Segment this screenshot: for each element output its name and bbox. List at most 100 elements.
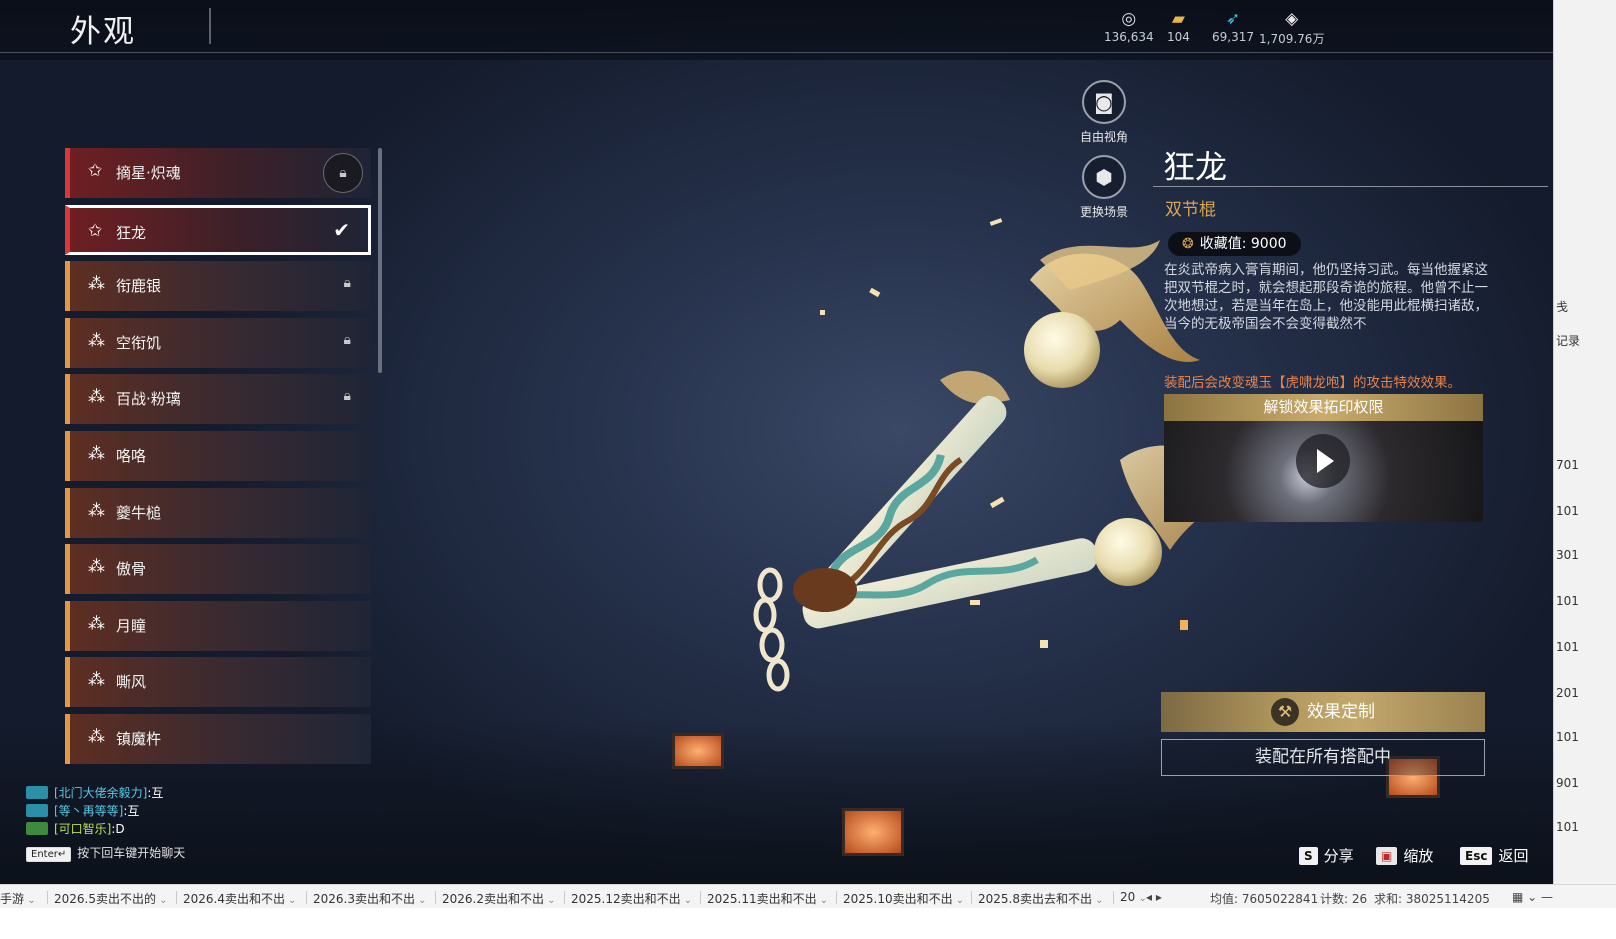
lantern-prop bbox=[842, 808, 904, 856]
channel-icon bbox=[26, 804, 48, 817]
zoom-button[interactable]: ▣ 缩放 bbox=[1376, 845, 1433, 867]
skin-name: 镇魔杵 bbox=[116, 730, 162, 748]
tab-scroll-arrows[interactable]: ◂ ▸ bbox=[1146, 890, 1162, 904]
cell-fragment: 戋 bbox=[1556, 300, 1569, 314]
view-controls[interactable]: ▦ ⌄ — bbox=[1512, 890, 1553, 904]
tab-separator bbox=[836, 891, 837, 904]
skin-item[interactable]: ⁂ 空衔饥 🔒︎ bbox=[65, 317, 371, 368]
cell-fragment: 201 bbox=[1556, 686, 1579, 700]
skin-name: 摘星·炽魂 bbox=[116, 164, 181, 182]
skin-name: 狂龙 bbox=[116, 223, 147, 242]
chat-sender[interactable]: [北门大佬余毅力] bbox=[54, 786, 147, 800]
customize-label: 效果定制 bbox=[1307, 702, 1375, 722]
currency-value: 136,634 bbox=[1104, 30, 1154, 44]
skin-item[interactable]: ✩ 摘星·炽魂 🔒︎ bbox=[65, 148, 371, 198]
item-type: 双节棍 bbox=[1165, 200, 1216, 220]
skin-item[interactable]: ⁂ 百战·粉璃 🔒︎ bbox=[65, 374, 371, 425]
sheet-tab[interactable]: 2026.4卖出和不出 bbox=[183, 890, 297, 907]
check-icon: ✔ bbox=[333, 217, 350, 242]
skin-item[interactable]: ⁂ 嘶风 bbox=[65, 657, 371, 708]
skin-item[interactable]: ⁂ 镇魔杵 bbox=[65, 714, 371, 764]
item-name: 狂龙 bbox=[1163, 148, 1228, 186]
sheet-tab-bar: 手游 2026.5卖出不出的 2026.4卖出和不出 2026.3卖出和不出 2026.… bbox=[0, 884, 1616, 908]
tab-separator bbox=[306, 891, 307, 904]
chat-line: [北门大佬余毅力]:互 bbox=[26, 784, 185, 802]
change-scene-button[interactable]: ⬢ 更换场景 bbox=[1074, 155, 1134, 220]
cell-fragment: 101 bbox=[1556, 730, 1579, 744]
currency-value: 69,317 bbox=[1212, 30, 1254, 44]
stat-count: 计数: 26 bbox=[1320, 892, 1368, 906]
cross-icon: ⁂ bbox=[88, 444, 105, 464]
skin-name: 百战·粉璃 bbox=[116, 390, 181, 409]
sheet-tab[interactable]: 2025.11卖出和不出 bbox=[707, 890, 828, 907]
free-view-button[interactable]: ◙ 自由视角 bbox=[1074, 80, 1134, 145]
sheet-tab[interactable]: 2026.5卖出不出的 bbox=[54, 890, 168, 907]
skin-item[interactable]: ⁂ 月瞳 bbox=[65, 600, 371, 651]
channel-icon bbox=[26, 786, 48, 799]
enter-key: Enter↵ bbox=[26, 847, 72, 862]
diamond-icon: ◈ bbox=[1285, 9, 1299, 29]
channel-icon bbox=[26, 822, 48, 835]
share-label: 分享 bbox=[1323, 847, 1354, 865]
key-s: S bbox=[1299, 847, 1318, 865]
sheet-tab[interactable]: 2025.8卖出去和不出 bbox=[978, 890, 1104, 907]
collection-icon: ❂ bbox=[1182, 236, 1194, 252]
skin-item[interactable]: ✩ 狂龙 ✔ bbox=[65, 204, 371, 255]
cell-fragment: 701 bbox=[1556, 458, 1579, 472]
ticket-icon: ▰ bbox=[1171, 9, 1185, 29]
skin-item[interactable]: ⁂ 衔鹿银 🔒︎ bbox=[65, 261, 371, 312]
currency-0: ◎ 136,634 bbox=[1104, 8, 1154, 44]
item-description: 在炎武帝病入膏肓期间，他仍坚持习武。每当他握紧这把双节棍之时，就会想起那段奇诡的… bbox=[1164, 262, 1488, 332]
skin-list[interactable]: ✩ 摘星·炽魂 🔒︎ ✩ 狂龙 ✔ ⁂ 衔鹿银 🔒︎ ⁂ 空衔饥 🔒︎ ⁂ 百战·粉璃 🔒︎ ⁂ 咯咯 ⁂ 夔牛槌 ⁂… bbox=[65, 148, 383, 776]
currency-value: 1,709.76万 bbox=[1259, 32, 1325, 46]
list-scrollbar[interactable] bbox=[378, 148, 382, 373]
tab-separator bbox=[1113, 891, 1114, 904]
page-title: 外观 bbox=[70, 14, 136, 50]
top-bar: 外观 ◎ 136,634 ▰ 104 ➶ 69,317 ◈ 1,709.76万 bbox=[0, 0, 1600, 53]
collect-value: 收藏值: 9000 bbox=[1199, 236, 1287, 252]
skin-item[interactable]: ⁂ 傲骨 bbox=[65, 544, 371, 595]
currency-3: ◈ 1,709.76万 bbox=[1259, 8, 1324, 47]
skin-name: 咯咯 bbox=[116, 447, 147, 465]
sheet-tab[interactable]: 2026.2卖出和不出 bbox=[442, 890, 556, 907]
cell-fragment: 101 bbox=[1556, 640, 1579, 654]
sheet-tab[interactable]: 20 bbox=[1120, 890, 1147, 904]
sheet-tab[interactable]: 2026.3卖出和不出 bbox=[313, 890, 427, 907]
tab-separator bbox=[176, 891, 177, 904]
cell-fragment: 记录 bbox=[1556, 334, 1581, 348]
cross-icon: ⁂ bbox=[88, 387, 105, 408]
customize-effect-button[interactable]: ⚒ 效果定制 bbox=[1161, 692, 1485, 732]
cell-fragment: 101 bbox=[1556, 504, 1579, 518]
unlock-header: 解锁效果拓印权限 bbox=[1164, 394, 1483, 421]
cube-icon: ⬢ bbox=[1082, 155, 1126, 199]
skin-name: 傲骨 bbox=[116, 560, 147, 579]
share-button[interactable]: S 分享 bbox=[1299, 845, 1354, 867]
skin-name: 夔牛槌 bbox=[116, 503, 162, 522]
equip-all-button[interactable]: 装配在所有搭配中 bbox=[1161, 739, 1485, 776]
key-esc: Esc bbox=[1460, 847, 1493, 865]
free-view-label: 自由视角 bbox=[1079, 130, 1128, 144]
stat-avg: 均值: 7605022841 bbox=[1210, 892, 1319, 906]
back-button[interactable]: Esc 返回 bbox=[1460, 845, 1528, 867]
chat-hint[interactable]: Enter↵ 按下回车键开始聊天 bbox=[26, 844, 185, 862]
cell-fragment: 101 bbox=[1556, 594, 1579, 608]
skin-item[interactable]: ⁂ 夔牛槌 bbox=[65, 487, 371, 538]
sheet-tab[interactable]: 2025.10卖出和不出 bbox=[843, 890, 964, 907]
effect-preview-video[interactable] bbox=[1164, 421, 1483, 522]
skin-item[interactable]: ⁂ 咯咯 bbox=[65, 431, 371, 481]
sheet-tab[interactable]: 手游 bbox=[0, 890, 36, 907]
zoom-label: 缩放 bbox=[1403, 847, 1434, 865]
currency-1: ▰ 104 bbox=[1167, 8, 1190, 44]
cross-icon: ⁂ bbox=[88, 727, 105, 747]
game-viewport[interactable]: 外观 ◎ 136,634 ▰ 104 ➶ 69,317 ◈ 1,709.76万 ◙ 自由视角 … bbox=[0, 0, 1616, 939]
play-icon[interactable] bbox=[1296, 434, 1350, 488]
feather-icon: ➶ bbox=[1225, 9, 1241, 29]
chat-sender[interactable]: [可口智乐] bbox=[54, 822, 111, 836]
tab-separator bbox=[700, 891, 701, 904]
title-divider bbox=[209, 8, 211, 44]
currency-2: ➶ 69,317 bbox=[1212, 8, 1254, 44]
chat-sender[interactable]: [等丶再等等] bbox=[54, 804, 123, 818]
sheet-tab[interactable]: 2025.12卖出和不出 bbox=[571, 890, 692, 907]
chat-message: :D bbox=[111, 822, 125, 836]
cross-icon: ⁂ bbox=[88, 670, 105, 691]
